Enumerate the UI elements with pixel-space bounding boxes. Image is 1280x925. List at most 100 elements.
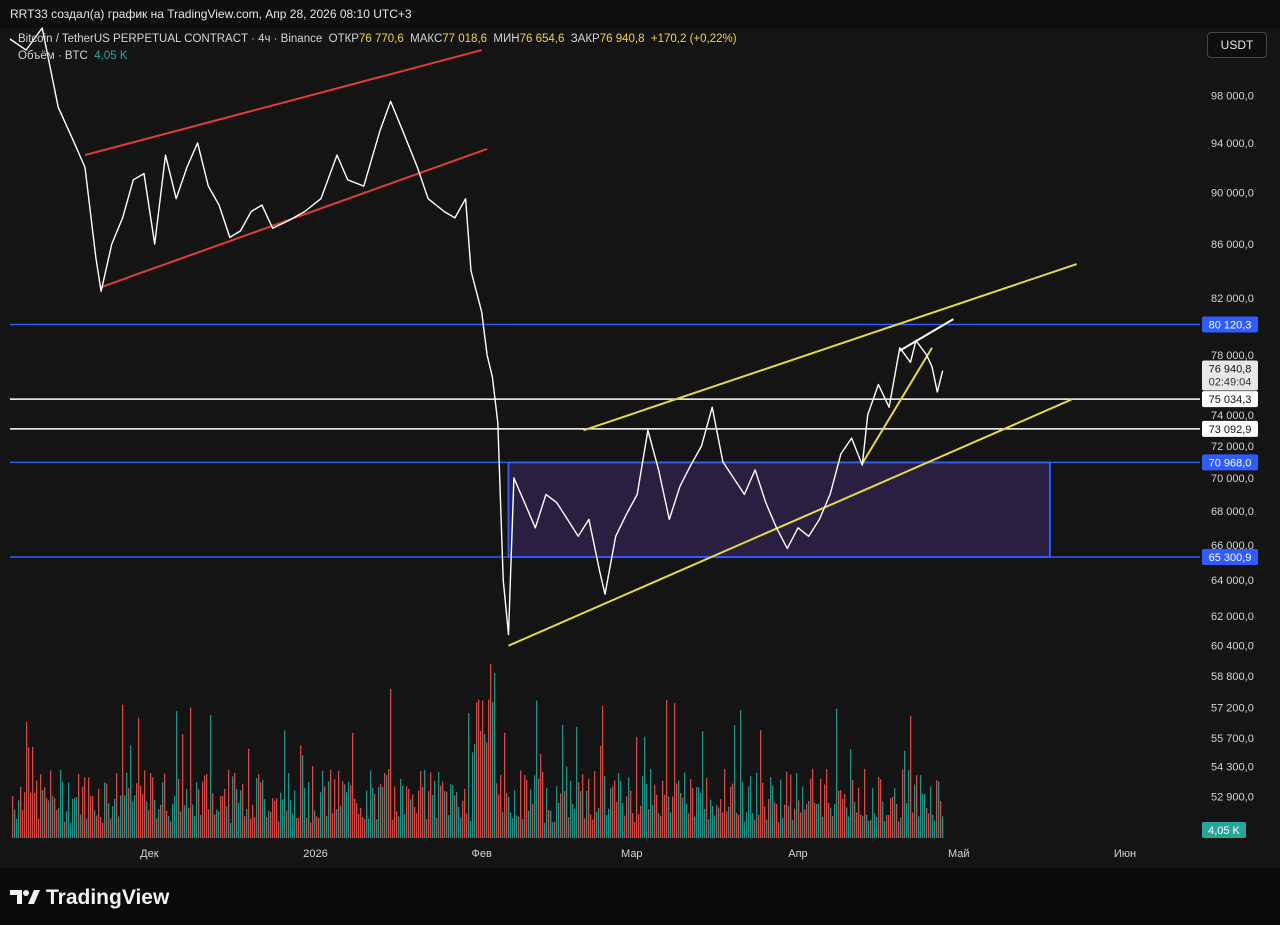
volume-bar <box>382 786 384 838</box>
volume-bar <box>316 816 318 838</box>
volume-bar <box>350 785 352 838</box>
volume-bar <box>574 808 576 838</box>
volume-bar <box>32 746 34 838</box>
volume-bar <box>292 813 294 838</box>
volume-bar <box>202 781 204 838</box>
volume-bar <box>664 794 666 838</box>
range-box <box>507 461 1051 559</box>
volume-bar <box>366 790 368 838</box>
volume-bar <box>166 810 168 838</box>
volume-bar <box>668 796 670 838</box>
volume-bar <box>822 816 824 838</box>
price-tick-label: 82 000,0 <box>1211 293 1254 305</box>
volume-bar <box>884 821 886 838</box>
price-tick-label: 72 000,0 <box>1211 441 1254 453</box>
volume-bar <box>346 792 348 838</box>
volume-bar <box>582 774 584 838</box>
volume-bar <box>782 818 784 838</box>
price-tick-label: 58 800,0 <box>1211 671 1254 683</box>
volume-bar <box>508 796 510 838</box>
volume-bar <box>666 699 668 838</box>
volume-bar <box>296 817 298 838</box>
volume-bar <box>548 810 550 838</box>
volume-bar <box>506 793 508 838</box>
volume-bar <box>792 819 794 838</box>
volume-bar <box>362 817 364 838</box>
footer-brand: TradingView <box>46 886 170 909</box>
volume-bar <box>496 783 498 838</box>
volume-bar <box>358 813 360 838</box>
volume-bar <box>704 808 706 838</box>
volume-bar <box>732 783 734 838</box>
volume-bar <box>710 799 712 838</box>
volume-bar <box>90 795 92 838</box>
volume-bar <box>766 819 768 838</box>
volume-bar <box>492 702 494 838</box>
volume-bar <box>516 815 518 838</box>
volume-bar <box>590 814 592 838</box>
volume-bar <box>882 801 884 838</box>
volume-bar <box>556 786 558 838</box>
volume-bar <box>22 810 24 838</box>
price-tick-label: 86 000,0 <box>1211 239 1254 251</box>
volume-bar <box>248 748 250 838</box>
close-value: 76 940,8 <box>599 33 645 45</box>
volume-bar <box>48 800 50 838</box>
volume-bar <box>618 773 620 838</box>
volume-bar <box>448 815 450 838</box>
volume-bar <box>162 782 164 838</box>
volume-bar <box>158 809 160 838</box>
volume-bar <box>608 808 610 838</box>
volume-bar <box>136 783 138 838</box>
volume-bar <box>410 799 412 838</box>
volume-bar <box>280 792 282 838</box>
volume-bar <box>606 815 608 838</box>
volume-bar <box>302 755 304 838</box>
volume-bar <box>692 787 694 838</box>
volume-bar <box>458 806 460 838</box>
volume-bar <box>480 730 482 838</box>
volume-bar <box>460 817 462 838</box>
volume-bar <box>328 781 330 838</box>
volume-bar <box>896 803 898 838</box>
volume-bar <box>610 788 612 838</box>
volume-bar <box>342 781 344 838</box>
volume-bar <box>168 816 170 838</box>
volume-bar <box>260 782 262 838</box>
currency-button[interactable]: USDT <box>1207 32 1267 58</box>
volume-bar <box>558 802 560 838</box>
volume-bar <box>60 769 62 838</box>
price-chart[interactable]: 98 000,0 94 000,0 90 000,0 86 000,0 82 000,0… <box>0 0 1280 925</box>
volume-bar <box>204 775 206 838</box>
volume-bar <box>62 781 64 838</box>
volume-bar <box>872 788 874 838</box>
open-label: ОТКР <box>328 33 359 45</box>
volume-bar <box>72 798 74 838</box>
volume-bar <box>628 777 630 838</box>
volume-bar <box>238 802 240 838</box>
volume-bar <box>412 794 414 838</box>
open-value: 76 770,6 <box>358 33 404 45</box>
volume-bar <box>734 725 736 838</box>
volume-bar <box>102 822 104 838</box>
volume-bar <box>868 821 870 838</box>
volume-bar <box>660 815 662 838</box>
volume-bar <box>96 815 98 838</box>
price-tick-label: 78 000,0 <box>1211 350 1254 362</box>
volume-bar <box>424 770 426 838</box>
volume-bar <box>172 804 174 838</box>
volume-bar <box>160 804 162 838</box>
volume-bar <box>852 779 854 838</box>
volume-bar <box>580 791 582 838</box>
volume-bar <box>414 806 416 838</box>
volume-bar <box>756 772 758 838</box>
volume-bar <box>182 734 184 838</box>
volume-bar <box>500 774 502 838</box>
volume-bar <box>888 815 890 838</box>
volume-bar <box>428 791 430 838</box>
volume-bar <box>720 799 722 838</box>
volume-bar <box>304 788 306 838</box>
volume-bar <box>400 778 402 838</box>
volume-bar <box>430 772 432 838</box>
volume-bar <box>752 813 754 838</box>
